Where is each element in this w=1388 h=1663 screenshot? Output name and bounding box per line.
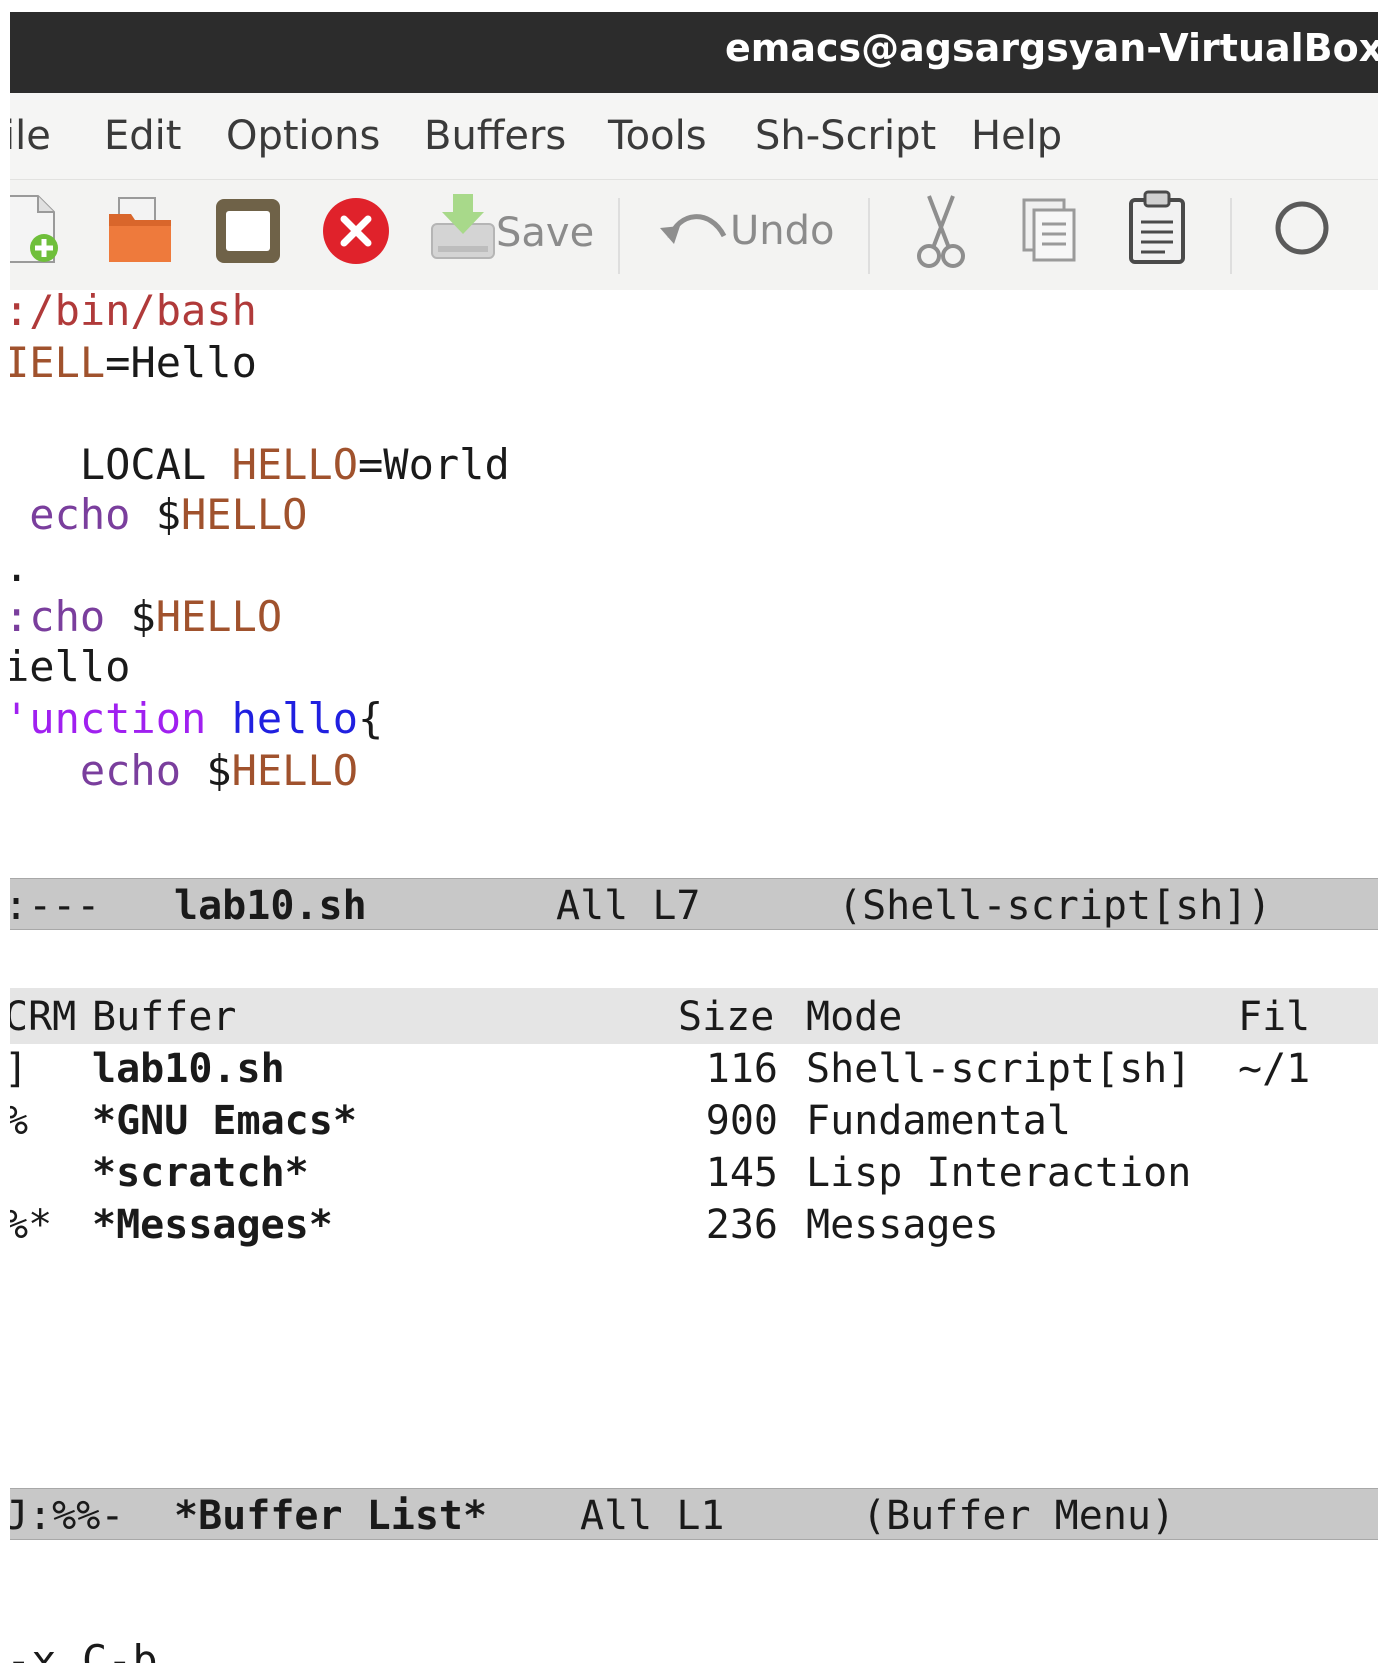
code-token: 'unction (10, 694, 207, 743)
header-buffer[interactable]: Buffer (92, 994, 237, 1040)
row-crm-flags: % (10, 1098, 28, 1144)
mode-line-major-mode: (Shell-script[sh]) (838, 883, 1272, 929)
code-line[interactable]: echo $HELLO (10, 746, 358, 795)
save-button[interactable]: Save (428, 190, 594, 270)
code-line[interactable]: IELL=Hello (10, 338, 257, 387)
buffer-list-row[interactable]: ] lab10.sh 116 Shell-script[sh] ~/1 (10, 1046, 1378, 1100)
buffer-list-header: CRM Buffer Size Mode Fil (10, 988, 1378, 1044)
menu-sh-script[interactable]: Sh-Script (755, 113, 936, 159)
copy-icon[interactable] (1020, 196, 1080, 270)
header-mode[interactable]: Mode (806, 994, 902, 1040)
code-token: LOCAL (10, 440, 232, 489)
row-mode: Messages (806, 1202, 999, 1248)
mode-line-buffer-name: lab10.sh (174, 883, 367, 929)
menu-options[interactable]: Options (226, 113, 380, 159)
code-token: HELLO (181, 490, 308, 539)
toolbar-separator (1230, 198, 1232, 274)
mode-line-buffer-name: *Buffer List* (174, 1493, 488, 1539)
window-title: emacs@agsargsyan-VirtualBox (725, 26, 1378, 70)
buffer-list-row[interactable]: %* *Messages* 236 Messages (10, 1202, 1378, 1256)
mode-line-position: All L7 (556, 883, 701, 929)
code-line[interactable]: :cho $HELLO (10, 592, 282, 641)
open-folder-icon[interactable] (105, 192, 177, 272)
mode-line-status: J:%%- (10, 1493, 125, 1539)
close-icon[interactable] (321, 196, 391, 270)
window-icon[interactable] (213, 196, 283, 270)
code-line[interactable]: echo $HELLO (10, 490, 307, 539)
mode-line-top: :--- lab10.sh All L7 (Shell-script[sh]) (10, 878, 1378, 930)
code-token: IELL (10, 338, 106, 387)
menu-tools[interactable]: Tools (608, 113, 707, 159)
code-token: :cho (10, 592, 106, 641)
row-size: 145 (705, 1150, 778, 1196)
mode-line-status: :--- (10, 883, 101, 929)
header-file[interactable]: Fil (1238, 994, 1310, 1040)
code-token: iello (10, 642, 131, 691)
code-token: HELLO (155, 592, 283, 641)
code-token: echo (10, 490, 131, 539)
editor-pane[interactable]: :/bin/bash IELL=Hello LOCAL HELLO=World e… (10, 286, 1378, 930)
row-buffer-name: *GNU Emacs* (92, 1098, 357, 1144)
menu-file[interactable]: ile (10, 113, 51, 159)
header-crm[interactable]: CRM (10, 994, 76, 1040)
row-mode: Lisp Interaction (806, 1150, 1192, 1196)
code-token: $ (130, 490, 182, 539)
code-line[interactable]: LOCAL HELLO=World (10, 440, 510, 489)
cut-icon[interactable] (915, 192, 967, 276)
code-token: $ (181, 746, 232, 795)
row-size: 900 (705, 1098, 778, 1144)
save-label: Save (496, 210, 595, 256)
header-size[interactable]: Size (678, 994, 774, 1040)
buffer-list-row[interactable]: % *GNU Emacs* 900 Fundamental (10, 1098, 1378, 1152)
menu-help[interactable]: Help (971, 113, 1062, 159)
code-token: hello (231, 694, 359, 743)
toolbar: Save Undo (10, 180, 1378, 290)
title-bar: emacs@agsargsyan-VirtualBox (10, 12, 1378, 93)
code-token: :/bin/bash (10, 286, 257, 335)
save-icon (431, 194, 495, 259)
menu-buffers[interactable]: Buffers (424, 113, 566, 159)
code-line[interactable]: 'unction hello{ (10, 694, 383, 743)
row-file: ~/1 (1238, 1046, 1311, 1092)
code-token: echo (10, 746, 182, 795)
toolbar-separator (618, 198, 620, 274)
row-buffer-name: *Messages* (92, 1202, 333, 1248)
toolbar-separator (868, 198, 870, 274)
buffer-list-row[interactable]: *scratch* 145 Lisp Interaction (10, 1150, 1378, 1204)
code-line[interactable]: :/bin/bash (10, 286, 257, 335)
menu-bar: ile Edit Options Buffers Tools Sh-Script… (10, 93, 1378, 180)
mode-line-bottom: J:%%- *Buffer List* All L1 (Buffer Menu) (10, 1488, 1378, 1540)
code-token: HELLO (231, 746, 359, 795)
code-line[interactable]: . (10, 542, 29, 591)
menu-edit[interactable]: Edit (104, 113, 181, 159)
row-mode: Shell-script[sh] (806, 1046, 1192, 1092)
undo-icon (660, 214, 727, 244)
row-crm-flags: %* (10, 1202, 53, 1248)
row-mode: Fundamental (806, 1098, 1071, 1144)
mode-line-position: All L1 (580, 1493, 725, 1539)
code-line[interactable]: iello (10, 642, 130, 691)
emacs-window: emacs@agsargsyan-VirtualBox ile Edit Opt… (10, 12, 1378, 1663)
minibuffer-text: -x C-b (10, 1636, 158, 1663)
code-token: $ (105, 592, 156, 641)
undo-button[interactable]: Undo (658, 198, 835, 262)
undo-label: Undo (730, 208, 835, 254)
row-size: 236 (705, 1202, 778, 1248)
minibuffer[interactable]: -x C-b (10, 1632, 1378, 1663)
code-token: =World (358, 440, 510, 489)
code-token: { (358, 694, 384, 743)
row-buffer-name: lab10.sh (92, 1046, 285, 1092)
code-token: HELLO (231, 440, 359, 489)
mode-line-major-mode: (Buffer Menu) (862, 1493, 1176, 1539)
row-size: 116 (705, 1046, 778, 1092)
row-buffer-name: *scratch* (92, 1150, 309, 1196)
row-crm-flags: ] (10, 1046, 28, 1092)
code-token: =Hello (105, 338, 257, 387)
search-icon[interactable] (1272, 196, 1332, 270)
new-file-icon[interactable] (10, 190, 66, 274)
code-token: . (10, 542, 29, 591)
paste-icon[interactable] (1125, 188, 1189, 272)
